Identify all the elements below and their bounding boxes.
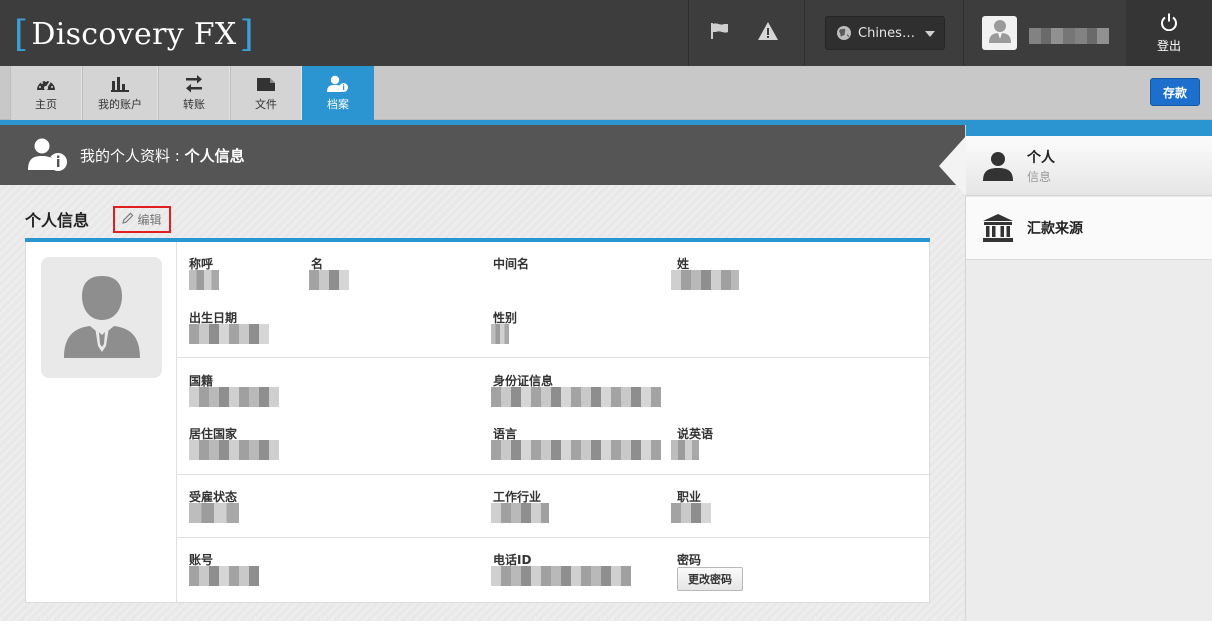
warning-icon [757,21,779,45]
nav-label: 主页 [35,98,57,111]
nav-item-my-account[interactable]: 我的账户 [82,66,158,120]
nav-label: 档案 [327,98,349,111]
logout-button[interactable]: 登出 [1126,0,1212,66]
edit-label: 编辑 [137,213,162,227]
page-title-current: 个人信息 [184,146,245,165]
id-info-value-redacted [491,387,661,407]
language-select[interactable]: Chines… [825,16,945,50]
dashboard-icon [36,74,56,94]
sidebar-item-funding-source[interactable]: 汇款来源 [966,197,1212,260]
profile-photo [41,257,162,378]
logo[interactable]: [ Discovery FX ] [14,13,254,55]
person-icon [981,149,1015,183]
logo-bracket-left: [ [14,13,29,55]
chevron-down-icon [925,31,935,37]
main-content: 个人信息 编辑 称呼 名 中间名 姓 出生日期 性别 国籍 身份证信息 居住国家… [0,185,965,621]
accent-strip [966,125,1212,136]
globe-icon [836,25,852,41]
change-password-button[interactable]: 更改密码 [677,567,743,591]
transfer-icon [184,74,204,94]
sidebar-item-sublabel: 信息 [1027,169,1052,184]
folder-icon [256,74,276,94]
divider [177,357,931,358]
pencil-icon [122,212,137,227]
nav-label: 转账 [183,98,205,111]
bar-chart-icon [110,74,130,94]
edit-button[interactable]: 编辑 [113,206,171,233]
nav-label: 文件 [255,98,277,111]
flag-button[interactable] [700,0,740,66]
password-label: 密码 [677,553,702,567]
logout-label: 登出 [1156,38,1181,53]
profile-sidebar: 个人 信息 汇款来源 [939,125,1212,621]
personal-info-heading: 个人信息 [25,211,90,230]
middle-name-label: 中间名 [493,257,530,271]
sidebar-item-label: 个人 [1027,149,1055,166]
sidebar-item-personal-info[interactable]: 个人 信息 [939,136,1212,196]
phone-id-value-redacted [491,566,631,586]
profile-icon [327,74,349,94]
nav-item-transfer[interactable]: 转账 [158,66,230,120]
nav-item-files[interactable]: 文件 [230,66,302,120]
employment-status-value-redacted [189,503,239,523]
user-silhouette-icon [62,274,142,362]
industry-value-redacted [491,503,549,523]
gender-value-redacted [491,324,509,344]
language-value-redacted [491,440,661,460]
divider [177,537,931,538]
divider [688,0,689,66]
top-bar: [ Discovery FX ] Chines… 登出 [0,0,1212,66]
account-number-value-redacted [189,566,259,586]
alerts-button[interactable] [748,0,788,66]
avatar[interactable] [982,16,1017,50]
page-title: 我的个人资料 : 个人信息 [80,145,245,166]
last-name-value-redacted [671,270,739,290]
salutation-value-redacted [189,270,219,290]
flag-icon [710,22,730,44]
country-residence-value-redacted [189,440,279,460]
first-name-value-redacted [309,270,349,290]
user-name-redacted[interactable] [1029,28,1109,44]
nationality-value-redacted [189,387,279,407]
main-nav: 主页 我的账户 转账 文件 档案 [0,66,1212,129]
personal-info-card: 称呼 名 中间名 姓 出生日期 性别 国籍 身份证信息 居住国家 语言 说英语 … [25,242,931,603]
speaks-english-value-redacted [671,440,699,460]
nav-item-profile[interactable]: 档案 [302,66,374,129]
bank-icon [981,211,1015,245]
divider [176,242,177,603]
dob-value-redacted [189,324,269,344]
section-header: 我的个人资料 : 个人信息 [0,125,965,185]
divider [804,0,805,66]
language-value: Chines… [858,25,915,41]
sidebar-item-texts: 汇款来源 [1027,218,1083,238]
nav-label: 我的账户 [98,98,142,111]
power-icon [1160,13,1178,34]
user-icon [988,18,1012,48]
profile-info-icon [28,135,68,175]
nav-item-home[interactable]: 主页 [10,66,82,120]
page-title-prefix: 我的个人资料 : [80,146,185,165]
occupation-value-redacted [671,503,711,523]
divider [963,0,964,66]
logo-bracket-right: ] [239,13,254,55]
sidebar-item-label: 汇款来源 [1027,221,1083,237]
deposit-button[interactable]: 存款 [1150,78,1200,106]
logo-text: Discovery FX [31,16,237,52]
divider [177,474,931,475]
sidebar-item-texts: 个人 信息 [1027,147,1055,185]
